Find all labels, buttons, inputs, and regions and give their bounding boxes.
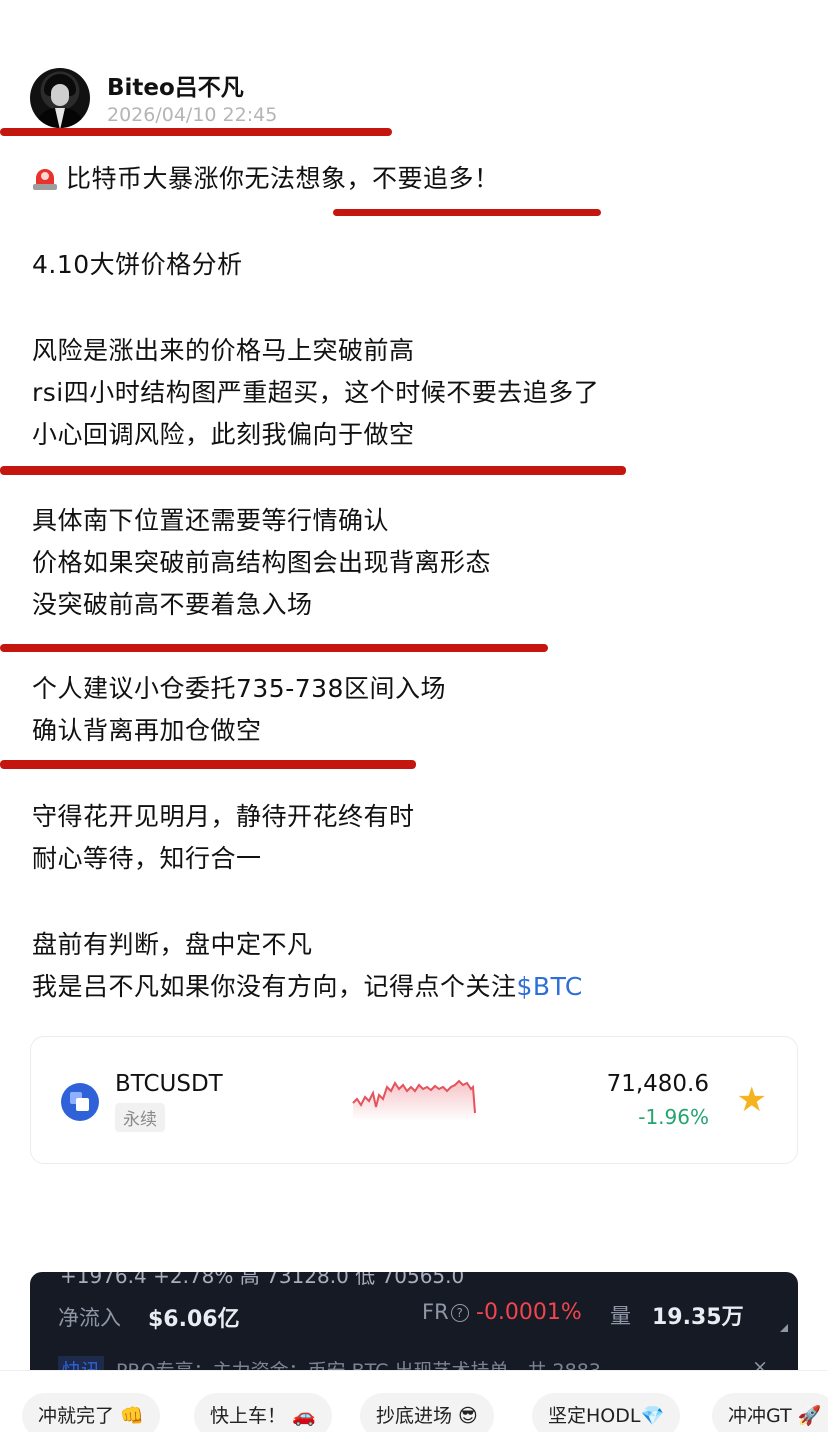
red-underline — [0, 128, 392, 136]
red-underline — [0, 760, 416, 769]
quick-reply-chip[interactable]: 冲冲GT 🚀 — [712, 1393, 828, 1432]
ticker-price: 71,480.6 — [606, 1071, 709, 1097]
post-line-last: 我是吕不凡如果你没有方向，记得点个关注$BTC — [32, 972, 583, 1002]
post-line: 确认背离再加仓做空 — [32, 716, 262, 745]
ticker-symbol: BTCUSDT — [115, 1071, 223, 1097]
ticker-card[interactable]: BTCUSDT 永续 71,480.6 -1.96% ★ — [30, 1036, 798, 1164]
post-header: Biteo吕不凡 2026/04/10 22:45 — [30, 68, 790, 128]
post-line: 耐心等待，知行合一 — [32, 844, 262, 873]
author-name[interactable]: Biteo吕不凡 — [107, 68, 244, 102]
market-banner[interactable]: +1976.4 +2.78% 高 73128.0 低 70565.0 净流入 $… — [30, 1272, 798, 1372]
post-line: 小心回调风险，此刻我偏向于做空 — [32, 420, 415, 449]
post-line: 盘前有判断，盘中定不凡 — [32, 930, 313, 959]
volume-label: 量 — [610, 1304, 631, 1328]
red-underline — [333, 209, 601, 216]
post-line: 具体南下位置还需要等行情确认 — [32, 506, 390, 535]
post-line: 个人建议小仓委托735-738区间入场 — [32, 674, 446, 703]
banner-top-partial: +1976.4 +2.78% 高 73128.0 低 70565.0 — [60, 1272, 465, 1288]
red-underline — [0, 644, 548, 652]
quick-reply-chip[interactable]: 快上车！ 🚗 — [194, 1393, 332, 1432]
post-line: 没突破前高不要着急入场 — [32, 590, 313, 619]
headline-text: 比特币大暴涨你无法想象，不要追多！ — [66, 164, 500, 193]
post-line: rsi四小时结构图严重超买，这个时候不要去追多了 — [32, 378, 600, 407]
ticker-change: -1.96% — [638, 1105, 709, 1129]
price-sparkline — [352, 1079, 476, 1121]
funding-rate-label: FR? — [422, 1300, 469, 1324]
post-line: 价格如果突破前高结构图会出现背离形态 — [32, 548, 492, 577]
net-inflow-label: 净流入 — [58, 1306, 121, 1330]
resize-corner-icon — [780, 1324, 788, 1332]
post-line: 4.10大饼价格分析 — [32, 250, 243, 279]
post-line: 风险是涨出来的价格马上突破前高 — [32, 336, 415, 365]
funding-rate-value: -0.0001% — [476, 1300, 582, 1325]
quick-reply-chip[interactable]: 冲就完了 👊 — [22, 1393, 160, 1432]
volume-value: 19.35万 — [652, 1305, 744, 1330]
red-underline — [0, 466, 626, 475]
alarm-light-icon — [32, 165, 58, 191]
post-line-text: 我是吕不凡如果你没有方向，记得点个关注 — [32, 972, 517, 1001]
coin-icon — [61, 1083, 99, 1121]
fr-label-text: FR — [422, 1300, 449, 1324]
post-line: 守得花开见明月，静待开花终有时 — [32, 802, 415, 831]
star-icon[interactable]: ★ — [737, 1083, 767, 1117]
quick-reply-chip[interactable]: 坚定HODL💎 — [532, 1393, 681, 1432]
quick-reply-bar: 冲就完了 👊 快上车！ 🚗 抄底进场 😎 坚定HODL💎 冲冲GT 🚀 — [0, 1370, 828, 1432]
post-timestamp: 2026/04/10 22:45 — [107, 104, 278, 126]
post-headline: 比特币大暴涨你无法想象，不要追多！ — [32, 164, 500, 194]
net-inflow-value: $6.06亿 — [148, 1307, 240, 1332]
quick-reply-chip[interactable]: 抄底进场 😎 — [360, 1393, 494, 1432]
perpetual-badge: 永续 — [115, 1103, 165, 1132]
author-avatar[interactable] — [30, 68, 90, 128]
help-icon[interactable]: ? — [450, 1304, 469, 1322]
btc-tag-link[interactable]: $BTC — [517, 972, 583, 1001]
